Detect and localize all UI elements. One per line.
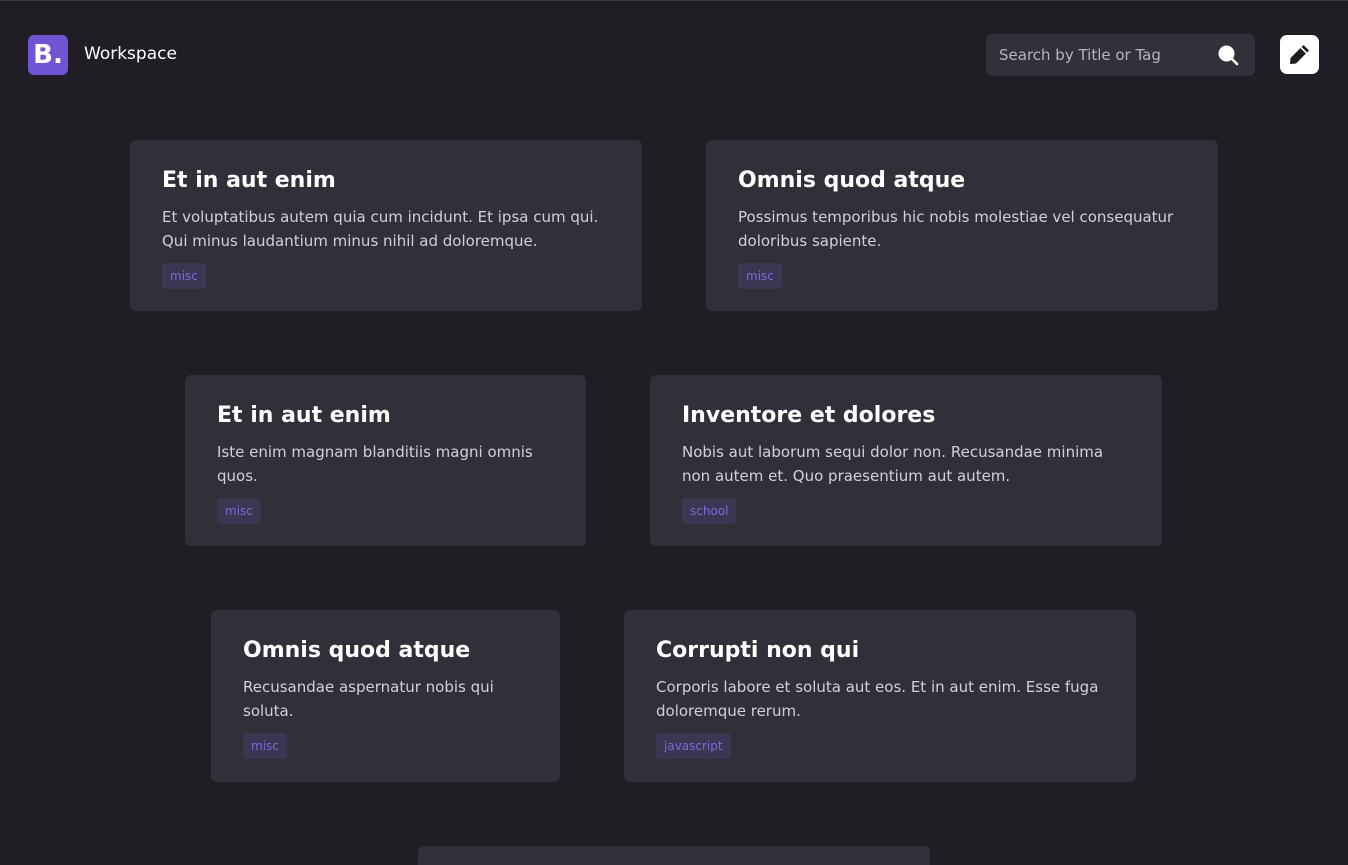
new-note-button[interactable]	[1280, 35, 1319, 74]
note-excerpt: Recusandae aspernatur nobis qui soluta.	[243, 678, 494, 720]
note-title: Omnis quod atque	[738, 168, 966, 193]
note-excerpt: Nobis aut laborum sequi dolor non. Recus…	[682, 443, 1104, 485]
note-title: Inventore et dolores	[682, 403, 936, 428]
note-title: Et in aut enim	[162, 168, 336, 193]
tag-badge[interactable]: misc	[738, 263, 782, 289]
note-card[interactable]: Inventore et dolores Nobis aut laborum s…	[650, 375, 1162, 546]
note-excerpt: Iste enim magnam blanditiis magni omnis …	[217, 443, 533, 485]
search-bar	[986, 34, 1255, 76]
tag-badge[interactable]: misc	[217, 498, 261, 524]
tag-badge[interactable]: misc	[243, 733, 287, 759]
note-card[interactable]: Corrupti non qui Corporis labore et solu…	[624, 610, 1136, 782]
note-title: Omnis quod atque	[243, 638, 471, 663]
note-card[interactable]: Et in aut enim Et voluptatibus autem qui…	[130, 140, 642, 311]
note-card-partial[interactable]	[418, 846, 930, 865]
tag-badge[interactable]: javascript	[656, 733, 731, 759]
workspace-title: Workspace	[84, 44, 177, 64]
pencil-icon	[1290, 45, 1309, 64]
tag-badge[interactable]: misc	[162, 263, 206, 289]
app-header: B. Workspace	[0, 0, 1348, 110]
note-card[interactable]: Omnis quod atque Recusandae aspernatur n…	[211, 610, 560, 782]
note-card[interactable]: Omnis quod atque Possimus temporibus hic…	[706, 140, 1218, 311]
tag-badge[interactable]: school	[682, 498, 737, 524]
app-logo[interactable]: B.	[28, 35, 68, 75]
note-card[interactable]: Et in aut enim Iste enim magnam blanditi…	[185, 375, 586, 546]
note-excerpt: Corporis labore et soluta aut eos. Et in…	[656, 678, 1099, 720]
note-title: Et in aut enim	[217, 403, 391, 428]
note-excerpt: Et voluptatibus autem quia cum incidunt.…	[162, 208, 599, 250]
search-input[interactable]	[986, 34, 1219, 76]
note-title: Corrupti non qui	[656, 638, 860, 663]
note-excerpt: Possimus temporibus hic nobis molestiae …	[738, 208, 1174, 250]
search-icon[interactable]	[1217, 44, 1239, 66]
